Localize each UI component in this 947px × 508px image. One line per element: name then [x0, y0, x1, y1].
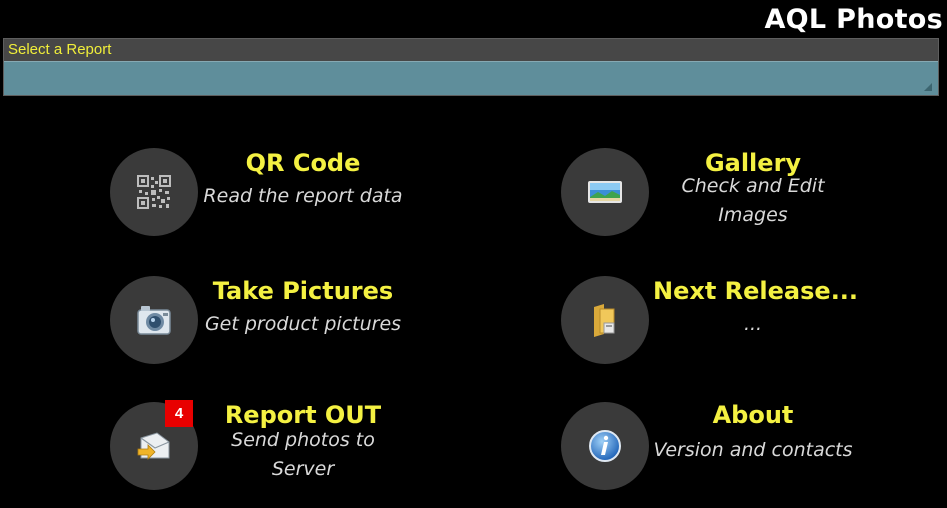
info-icon [589, 430, 621, 462]
envelope-send-icon [137, 432, 170, 460]
take-pictures-title: Take Pictures [212, 277, 394, 305]
about-subtitle: Version and contacts [653, 439, 853, 461]
take-pictures-button[interactable] [110, 276, 198, 364]
gallery-picture-icon [588, 181, 622, 203]
qr-code-subtitle: Read the report data [203, 185, 403, 207]
take-pictures-tile[interactable]: Take Pictures Get product pictures [110, 276, 440, 376]
report-out-badge: 4 [165, 400, 193, 427]
about-title: About [712, 401, 794, 429]
app-title: AQL Photos [764, 4, 943, 35]
qr-code-title: QR Code [245, 149, 361, 177]
about-tile[interactable]: About Version and contacts [561, 400, 891, 500]
report-out-tile[interactable]: 4 Report OUT Send photos to Server [110, 400, 440, 500]
report-selector: Select a Report [3, 38, 939, 96]
dropdown-arrow-icon [924, 83, 932, 91]
report-spinner[interactable] [4, 61, 938, 95]
next-release-tile[interactable]: Next Release... ... [561, 276, 891, 376]
folder-icon [594, 304, 615, 337]
qr-code-icon [137, 175, 171, 209]
gallery-button[interactable] [561, 148, 649, 236]
gallery-tile[interactable]: Gallery Check and Edit Images [561, 148, 891, 248]
next-release-title: Next Release... [653, 277, 859, 305]
about-button[interactable] [561, 402, 649, 490]
report-out-subtitle: Send photos to Server [231, 429, 375, 480]
qr-code-button[interactable] [110, 148, 198, 236]
next-release-button[interactable] [561, 276, 649, 364]
report-selector-label: Select a Report [8, 41, 112, 58]
gallery-subtitle: Check and Edit Images [681, 175, 825, 226]
take-pictures-subtitle: Get product pictures [204, 313, 402, 335]
camera-icon [137, 306, 171, 335]
qr-code-tile[interactable]: QR Code Read the report data [110, 148, 440, 248]
next-release-subtitle: ... [743, 313, 763, 335]
